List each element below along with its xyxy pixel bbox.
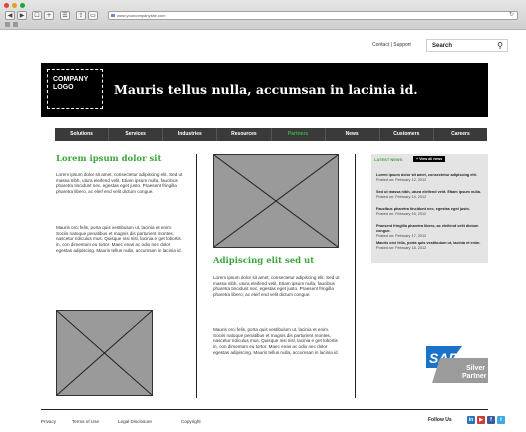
- footer-link-privacy[interactable]: Privacy: [41, 419, 56, 424]
- column-divider-1: [196, 154, 197, 398]
- news-date: Posted on: February 18, 2012: [376, 245, 427, 250]
- view-all-news-button[interactable]: + View all news: [413, 156, 446, 162]
- reader-button[interactable]: ☰: [60, 11, 70, 20]
- col2-title: Adipiscing elit sed ut: [213, 256, 315, 266]
- close-window-button[interactable]: [4, 3, 9, 8]
- contact-support-links[interactable]: Contact | Support: [372, 42, 411, 48]
- nav-item-services[interactable]: Services: [109, 128, 164, 141]
- linkedin-icon[interactable]: in: [467, 416, 475, 424]
- address-bar[interactable]: www.yourcompanysite.com ↻: [108, 11, 518, 20]
- news-item[interactable]: Lorem ipsum dolor sit amet, consectetur …: [376, 173, 484, 183]
- partner-tier-text: Partner: [462, 373, 487, 380]
- minimize-window-button[interactable]: [12, 3, 17, 8]
- latest-news-panel: LATEST NEWS + View all news Lorem ipsum …: [371, 154, 488, 263]
- column-divider-2: [355, 154, 356, 398]
- news-item[interactable]: Sed ut massa nibh, utura eleifend velit.…: [376, 190, 484, 200]
- col1-paragraph-1: Lorem ipsum dolor sit amet, consectetur …: [56, 172, 183, 195]
- back-button[interactable]: ◀: [5, 11, 15, 20]
- nav-item-news[interactable]: News: [326, 128, 380, 141]
- follow-us-label: Follow Us: [428, 417, 452, 423]
- maximize-window-button[interactable]: [20, 3, 25, 8]
- col2-paragraph-2: Mauris orci felis, porta quis vestibulum…: [213, 327, 339, 355]
- nav-item-partners[interactable]: Partners: [272, 128, 326, 141]
- news-date: Posted on: February 17, 2012: [376, 233, 427, 238]
- page-title: Mauris tellus nulla, accumsan in lacinia…: [114, 82, 418, 97]
- bookmark-button[interactable]: ☐: [32, 11, 42, 20]
- footer-link-copyright[interactable]: Copyright: [181, 419, 201, 424]
- footer-divider: [41, 409, 488, 410]
- nav-item-solutions[interactable]: Solutions: [55, 128, 110, 141]
- logo-text-line2: LOGO: [53, 84, 74, 91]
- news-item[interactable]: Faucibus pharetra tincidunt nec, egestas…: [376, 207, 484, 217]
- url-text: www.yourcompanysite.com: [117, 13, 166, 18]
- logo-text: COMPANY LOGO: [53, 76, 103, 92]
- news-item[interactable]: Praesent fringilla pharetra libero, ac e…: [376, 224, 484, 239]
- col2-paragraph-1: Lorem ipsum dolor sit amet, consectetur …: [213, 275, 340, 298]
- search-input[interactable]: Search ⚲: [426, 39, 508, 52]
- add-button[interactable]: +: [44, 11, 54, 20]
- col1-paragraph-2: Mauris orci felis, porta quis vestibulum…: [56, 225, 182, 253]
- silver-tier-text: Silver: [466, 365, 485, 372]
- youtube-icon[interactable]: ▶: [477, 416, 485, 424]
- image-placeholder-2: [213, 154, 339, 248]
- nav-item-careers[interactable]: Careers: [434, 128, 487, 141]
- grid-icon[interactable]: [13, 22, 18, 27]
- twitter-icon[interactable]: t: [497, 416, 505, 424]
- latest-news-heading: LATEST NEWS: [374, 157, 403, 162]
- window-controls: [4, 3, 25, 8]
- favicon-icon: [111, 14, 115, 17]
- footer-link-legal[interactable]: Legal Disclosure: [118, 419, 152, 424]
- main-nav: Solutions Services Industries Resources Part…: [55, 128, 487, 141]
- logo-text-line1: COMPANY: [53, 76, 89, 83]
- news-date: Posted on: February 12, 2012: [376, 177, 427, 182]
- forward-button[interactable]: ▶: [17, 11, 27, 20]
- facebook-icon[interactable]: f: [487, 416, 495, 424]
- nav-item-resources[interactable]: Resources: [217, 128, 272, 141]
- news-title[interactable]: Praesent fringilla pharetra libero, ac e…: [376, 224, 484, 234]
- share-button[interactable]: ⇪: [76, 11, 86, 20]
- nav-item-customers[interactable]: Customers: [380, 128, 434, 141]
- site-header: COMPANY LOGO Mauris tellus nulla, accums…: [41, 63, 488, 117]
- news-item[interactable]: Mauris orci felis, porta quis vestibulum…: [376, 241, 484, 251]
- search-icon[interactable]: ⚲: [497, 41, 503, 50]
- reload-icon[interactable]: ↻: [509, 12, 514, 19]
- company-logo[interactable]: COMPANY LOGO: [47, 69, 103, 109]
- bookmarks-icon[interactable]: [5, 22, 10, 27]
- sap-silver-partner-badge[interactable]: SAP Silver Partner: [426, 346, 488, 383]
- news-date: Posted on: February 14, 2012: [376, 194, 427, 199]
- nav-item-industries[interactable]: Industries: [163, 128, 218, 141]
- browser-toolbar: ◀ ▶ ☐ + ☰ ⇪ ▭ www.yourcompanysite.com ↻: [0, 0, 526, 30]
- news-date: Posted on: February 16, 2012: [376, 211, 427, 216]
- tab-button[interactable]: ▭: [88, 11, 98, 20]
- col1-title: Lorem ipsum dolor sit: [56, 154, 162, 164]
- search-placeholder: Search: [432, 43, 453, 49]
- image-placeholder-1: [56, 310, 153, 396]
- footer-link-terms[interactable]: Terms of Use: [72, 419, 99, 424]
